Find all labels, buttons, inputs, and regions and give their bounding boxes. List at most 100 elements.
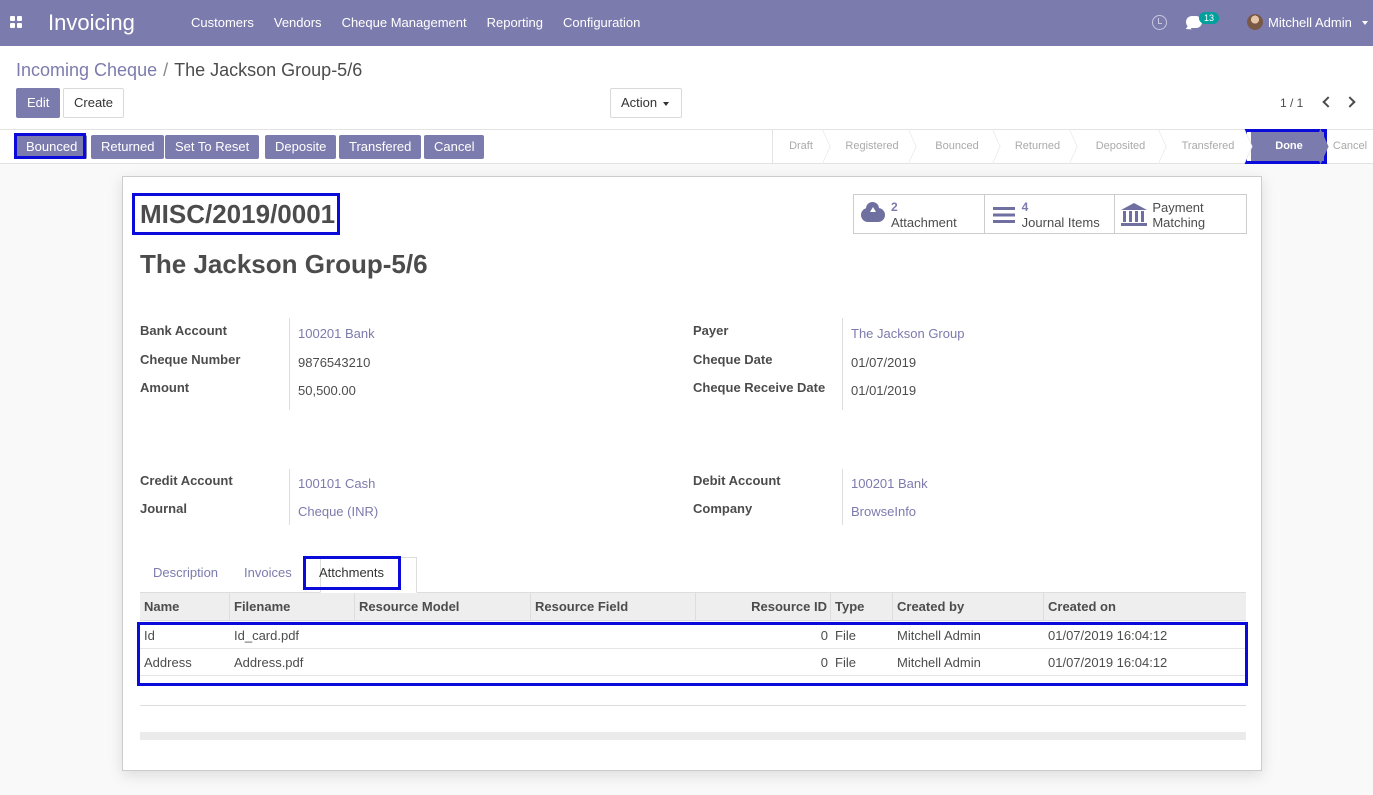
stage-transfered[interactable]: Transfered (1165, 130, 1251, 163)
column-header-filename[interactable]: Filename (230, 593, 355, 621)
column-header-name[interactable]: Name (140, 593, 230, 621)
returned-button[interactable]: Returned (91, 135, 165, 159)
messages-count-badge: 13 (1199, 12, 1220, 24)
column-header-created-on[interactable]: Created on (1044, 593, 1246, 621)
record-title: The Jackson Group-5/6 (140, 249, 428, 279)
cell-created-on: 01/07/2019 16:04:12 (1048, 628, 1168, 643)
debit-account-value[interactable]: 100201 Bank (851, 476, 928, 491)
pager-value[interactable]: 1 / 1 (1280, 96, 1303, 110)
journal-value[interactable]: Cheque (INR) (298, 504, 378, 519)
cheque-number-label: Cheque Number (140, 352, 241, 367)
form-sheet: 2 Attachment 4 Journal Items Payment Matc… (122, 176, 1262, 771)
cell-resource-field (531, 622, 535, 649)
breadcrumb-separator: / (163, 60, 169, 80)
cell-resource-model (355, 622, 359, 649)
edit-button[interactable]: Edit (16, 88, 61, 118)
amount-label: Amount (140, 380, 190, 395)
field-divider (289, 318, 290, 410)
bank-account-value[interactable]: 100201 Bank (298, 326, 375, 341)
cheque-number-value: 9876543210 (298, 355, 371, 370)
stage-returned[interactable]: Returned (999, 130, 1076, 163)
cell-name: Id (144, 628, 155, 643)
cheque-receive-date-label: Cheque Receive Date (693, 380, 826, 395)
journal-items-count: 4 (1021, 200, 1029, 214)
column-header-resource-field[interactable]: Resource Field (531, 593, 696, 621)
cheque-receive-date-value: 01/01/2019 (851, 383, 917, 398)
cancel-button[interactable]: Cancel (424, 135, 485, 159)
attachment-count: 2 (891, 200, 898, 214)
top-navbar: Invoicing Customers Vendors Cheque Manag… (0, 0, 1373, 46)
menu-item-reporting[interactable]: Reporting (477, 0, 553, 46)
cloud-upload-icon (861, 202, 885, 222)
column-header-created-by[interactable]: Created by (893, 593, 1044, 621)
column-header-resource-id[interactable]: Resource ID (696, 593, 831, 621)
activity-clock-icon[interactable] (1152, 15, 1167, 30)
payer-label: Payer (693, 323, 729, 338)
cell-resource-field (531, 649, 535, 676)
column-header-resource-model[interactable]: Resource Model (355, 593, 531, 621)
pager-next-icon[interactable] (1344, 96, 1356, 108)
column-header-type[interactable]: Type (831, 593, 893, 621)
stage-done[interactable]: Done (1251, 130, 1327, 163)
field-divider (842, 318, 843, 410)
cell-type: File (835, 628, 856, 643)
tab-invoices[interactable]: Invoices (244, 565, 292, 580)
set-to-reset-button[interactable]: Set To Reset (165, 135, 260, 159)
table-header: Name Filename Resource Model Resource Fi… (140, 593, 1246, 621)
stage-registered[interactable]: Registered (829, 130, 915, 163)
user-avatar[interactable] (1247, 14, 1263, 30)
stage-bounced[interactable]: Bounced (915, 130, 999, 163)
payer-value[interactable]: The Jackson Group (851, 326, 964, 341)
action-caret-down-icon (663, 101, 670, 106)
breadcrumb-parent-link[interactable]: Incoming Cheque (16, 60, 157, 81)
payment-matching-label-line1: Payment (1152, 200, 1204, 215)
menu-item-customers[interactable]: Customers (181, 0, 264, 46)
payment-matching-smart-button[interactable]: Payment Matching (1115, 195, 1246, 233)
table-row[interactable]: Address Address.pdf 0 File Mitchell Admi… (140, 649, 1246, 676)
record-reference: MISC/2019/0001 (140, 199, 336, 229)
pager-previous-icon[interactable] (1322, 96, 1334, 108)
field-divider (842, 469, 843, 525)
tab-description[interactable]: Description (153, 565, 218, 580)
table-row[interactable]: Id Id_card.pdf 0 File Mitchell Admin 01/… (140, 622, 1246, 649)
attachment-label: Attachment (891, 215, 957, 230)
tab-attchments[interactable]: Attchments (319, 565, 384, 580)
cheque-date-value: 01/07/2019 (851, 355, 917, 370)
stage-cancel[interactable]: Cancel (1327, 130, 1373, 163)
menu-item-vendors[interactable]: Vendors (264, 0, 332, 46)
user-caret-down-icon[interactable] (1362, 21, 1368, 25)
menu-item-configuration[interactable]: Configuration (553, 0, 650, 46)
cell-name: Address (144, 655, 192, 670)
cell-resource-id: 0 (820, 628, 828, 643)
cell-resource-model (355, 649, 359, 676)
user-menu[interactable]: Mitchell Admin (1268, 15, 1352, 30)
cell-created-by: Mitchell Admin (897, 655, 981, 670)
credit-account-label: Credit Account (140, 473, 233, 488)
list-icon (992, 207, 1015, 223)
action-dropdown[interactable]: Action (610, 88, 682, 118)
control-panel: Incoming Cheque / The Jackson Group-5/6 … (0, 46, 1373, 130)
stage-draft[interactable]: Draft (773, 130, 829, 163)
stage-deposited[interactable]: Deposited (1076, 130, 1165, 163)
apps-menu-icon[interactable] (10, 16, 22, 28)
create-button[interactable]: Create (63, 88, 125, 118)
status-pipeline: Draft Registered Bounced Returned Deposi… (772, 130, 1373, 163)
credit-account-value[interactable]: 100101 Cash (298, 476, 375, 491)
deposite-button[interactable]: Deposite (265, 135, 337, 159)
company-value[interactable]: BrowseInfo (851, 504, 916, 519)
journal-label: Journal (140, 501, 187, 516)
bank-account-label: Bank Account (140, 323, 227, 338)
attachment-smart-button[interactable]: 2 Attachment (854, 195, 985, 233)
cell-created-on: 01/07/2019 16:04:12 (1048, 655, 1168, 670)
journal-items-smart-button[interactable]: 4 Journal Items (985, 195, 1116, 233)
menu-item-cheque-management[interactable]: Cheque Management (332, 0, 477, 46)
cheque-date-label: Cheque Date (693, 352, 773, 367)
breadcrumb: Incoming Cheque / The Jackson Group-5/6 (16, 60, 362, 81)
app-title[interactable]: Invoicing (48, 10, 135, 36)
transfered-button[interactable]: Transfered (339, 135, 422, 159)
cell-created-by: Mitchell Admin (897, 628, 981, 643)
bounced-button[interactable]: Bounced (16, 135, 88, 159)
cell-type: File (835, 655, 856, 670)
table-scroll-bar[interactable] (140, 732, 1246, 740)
journal-items-label: Journal Items (1021, 215, 1100, 230)
